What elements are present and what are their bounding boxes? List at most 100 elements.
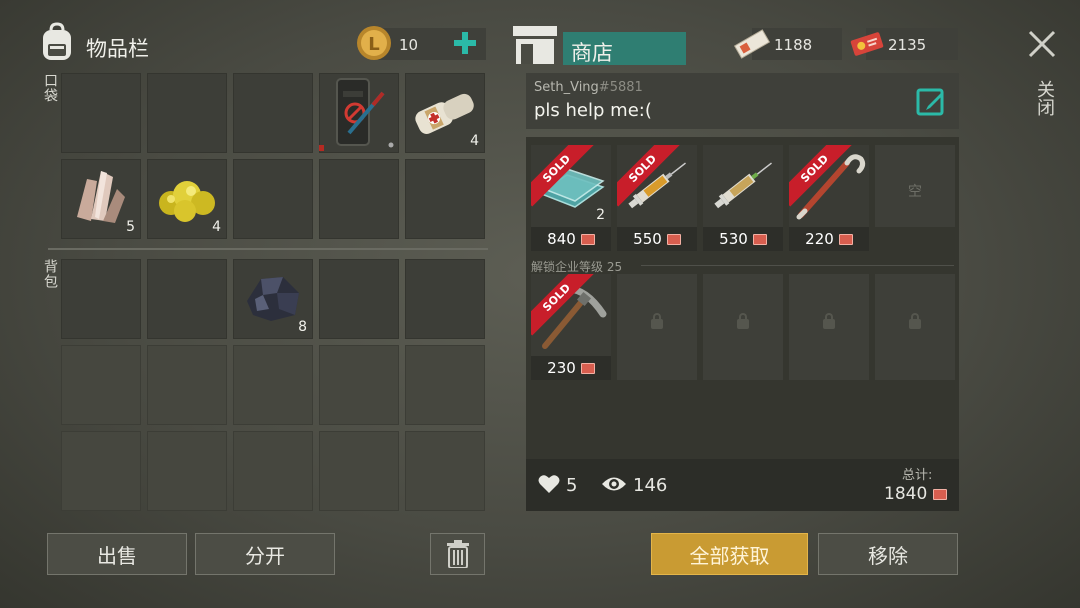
inventory-slot[interactable] <box>61 73 141 153</box>
remove-button[interactable]: 移除 <box>818 533 958 575</box>
sold-ribbon: SOLD <box>531 274 595 336</box>
currency2-value: 2135 <box>888 36 927 54</box>
inventory-slot-locked <box>405 431 485 511</box>
inventory-slot[interactable] <box>147 73 227 153</box>
seller-name-row: Seth_Ving#5881 <box>534 80 643 95</box>
coupon-icon <box>580 233 595 245</box>
shop-item-glass[interactable]: SOLD 2 840 <box>531 145 611 251</box>
coin-icon: L <box>356 25 392 61</box>
inventory-slot-quartz[interactable]: 5 <box>61 159 141 239</box>
inventory-slot[interactable] <box>61 259 141 339</box>
inventory-slot[interactable] <box>405 159 485 239</box>
item-count: 4 <box>212 219 221 235</box>
empty-label: 空 <box>908 184 922 200</box>
price-bar: 220 <box>789 227 869 251</box>
price-bar: 230 <box>531 356 611 380</box>
inventory-slot-bandage[interactable]: 4 <box>405 73 485 153</box>
inventory-slot-locked <box>233 345 313 425</box>
seller-tag: #5881 <box>598 80 643 95</box>
edit-message-button[interactable] <box>916 86 946 116</box>
split-button[interactable]: 分开 <box>195 533 335 575</box>
locked-shop-slot <box>875 274 955 380</box>
like-button[interactable] <box>538 474 560 494</box>
syringe-green-icon <box>714 162 772 209</box>
total-value: 1840 <box>884 484 928 504</box>
price-bar: 840 <box>531 227 611 251</box>
svg-text:L: L <box>368 34 379 55</box>
shop-item-syringe-green[interactable]: 530 <box>703 145 783 251</box>
item-count: 5 <box>126 219 135 235</box>
inventory-slot[interactable] <box>319 259 399 339</box>
locked-shop-slot <box>617 274 697 380</box>
trash-button[interactable] <box>430 533 485 575</box>
shop-item-empty[interactable]: 空 <box>875 145 955 251</box>
inventory-slot-locked <box>405 345 485 425</box>
coupon-icon <box>752 233 767 245</box>
unlock-text: 解锁企业等级 25 <box>531 260 623 274</box>
take-all-button[interactable]: 全部获取 <box>651 533 808 575</box>
pocket-label: 口袋 <box>42 73 58 103</box>
coupon-icon <box>850 30 884 58</box>
inventory-slot[interactable] <box>147 259 227 339</box>
lock-icon <box>651 313 663 329</box>
shop-message: pls help me:( <box>534 100 652 121</box>
sold-ribbon: SOLD <box>789 145 853 207</box>
inventory-slot[interactable] <box>233 159 313 239</box>
coupon-icon <box>666 233 681 245</box>
item-price: 840 <box>547 230 576 248</box>
inventory-slot[interactable] <box>405 259 485 339</box>
item-price: 220 <box>805 230 834 248</box>
plus-icon <box>454 32 476 54</box>
inventory-slot-knife-sheath[interactable] <box>319 73 399 153</box>
lock-icon <box>909 313 921 329</box>
inventory-slot[interactable] <box>233 73 313 153</box>
ticket-icon <box>733 28 771 60</box>
sold-ribbon-clip: SOLD <box>617 145 697 225</box>
sell-button[interactable]: 出售 <box>47 533 187 575</box>
item-price: 230 <box>547 359 576 377</box>
add-coins-button[interactable] <box>452 30 478 56</box>
inventory-slot-locked <box>61 345 141 425</box>
backpack-label: 背包 <box>42 259 58 289</box>
close-label: 关闭 <box>1034 80 1055 116</box>
section-divider <box>48 248 488 250</box>
item-count: 8 <box>298 319 307 335</box>
inventory-slot-locked <box>147 431 227 511</box>
view-count: 146 <box>633 475 668 496</box>
sold-ribbon: SOLD <box>617 145 681 207</box>
inventory-slot-coal[interactable]: 8 <box>233 259 313 339</box>
total-label: 总计: <box>902 468 933 483</box>
inventory-slot[interactable] <box>319 159 399 239</box>
inventory-slot-locked <box>147 345 227 425</box>
item-price: 550 <box>633 230 662 248</box>
shop-item-syringe-orange[interactable]: SOLD 550 <box>617 145 697 251</box>
shop-item-pickaxe[interactable]: SOLD 230 <box>531 274 611 380</box>
inventory-slot-locked <box>61 431 141 511</box>
close-button[interactable]: 关闭 <box>1022 28 1062 128</box>
locked-shop-slot <box>703 274 783 380</box>
edit-icon <box>916 88 944 116</box>
like-count: 5 <box>566 475 578 496</box>
lock-icon <box>737 313 749 329</box>
trash-icon <box>446 540 469 568</box>
coupon-icon <box>580 362 595 374</box>
sold-ribbon: SOLD <box>531 145 595 207</box>
coupon-icon <box>933 488 948 500</box>
shop-item-crowbar[interactable]: SOLD 220 <box>789 145 869 251</box>
inventory-slot-locked <box>319 431 399 511</box>
item-count: 2 <box>596 207 605 223</box>
locked-shop-slot <box>789 274 869 380</box>
eye-icon <box>601 475 627 493</box>
sold-ribbon-clip: SOLD <box>789 145 869 225</box>
coin-count: 10 <box>399 36 419 54</box>
inventory-slot-sulfur[interactable]: 4 <box>147 159 227 239</box>
close-icon <box>1028 30 1056 58</box>
unlock-divider <box>641 265 954 266</box>
item-count: 4 <box>470 133 479 149</box>
shop-icon <box>513 26 557 64</box>
coupon-icon <box>838 233 853 245</box>
inventory-title: 物品栏 <box>86 37 149 61</box>
price-bar: 530 <box>703 227 783 251</box>
price-bar <box>875 227 955 251</box>
currency1-value: 1188 <box>774 36 813 54</box>
